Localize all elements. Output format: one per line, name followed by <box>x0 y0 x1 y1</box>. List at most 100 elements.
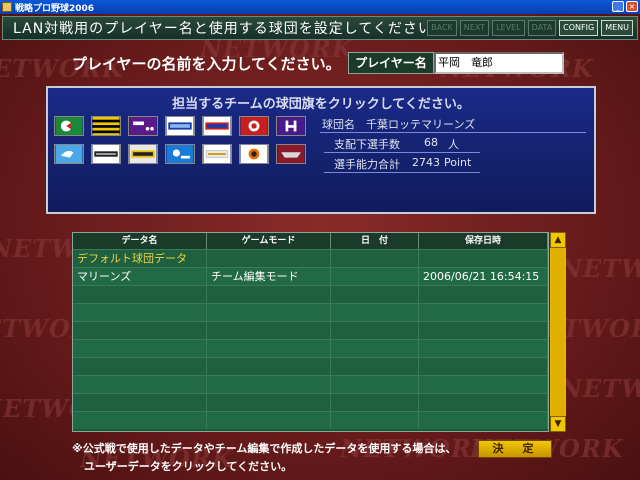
cell-data-name <box>73 322 207 339</box>
team-flag-tigers[interactable] <box>91 116 121 136</box>
cell-game-mode <box>207 358 331 375</box>
column-header-saved: 保存日時 <box>419 233 548 249</box>
minimize-icon[interactable]: _ <box>612 1 624 12</box>
players-value: 68 <box>424 136 438 149</box>
cell-data-name: デフォルト球団データ <box>73 250 207 267</box>
team-flag-eagles[interactable] <box>276 144 306 164</box>
table-body: デフォルト球団データ マリーンズ チーム編集モード 2006/06/21 16:54:… <box>73 249 548 429</box>
menu-button[interactable]: MENU <box>601 20 633 36</box>
cell-game-mode <box>207 394 331 411</box>
ability-label: 選手能力合計 <box>334 158 400 171</box>
cell-saved <box>419 304 548 321</box>
team-name-value: 千葉ロッテマリーンズ <box>366 118 476 131</box>
header-buttons: BACK NEXT LEVEL DATA CONFIG MENU <box>427 20 633 36</box>
cell-saved <box>419 286 548 303</box>
team-name-underline <box>320 132 586 133</box>
cell-date <box>331 376 419 393</box>
cell-data-name <box>73 304 207 321</box>
team-flag-softbank[interactable] <box>202 144 232 164</box>
screen-title: LAN対戦用のプレイヤー名と使用する球団を設定してください。 <box>13 21 448 37</box>
back-button[interactable]: BACK <box>427 20 457 36</box>
scroll-up-icon[interactable]: ▲ <box>550 232 566 248</box>
team-flag-yomiuri[interactable] <box>239 144 269 164</box>
team-flag-carp[interactable] <box>239 116 269 136</box>
cell-game-mode <box>207 322 331 339</box>
table-row[interactable] <box>73 339 548 357</box>
decide-button[interactable]: 決 定 <box>478 440 552 458</box>
save-data-table: データ名 ゲームモード 日 付 保存日時 デフォルト球団データ マリーンズ チーム編… <box>72 232 549 432</box>
cell-date <box>331 250 419 267</box>
close-icon[interactable]: × <box>626 1 638 12</box>
column-header-data-name: データ名 <box>73 233 207 249</box>
table-row[interactable] <box>73 357 548 375</box>
team-name-label: 球団名 <box>322 118 355 131</box>
watermark-text: NETWORK <box>560 374 640 403</box>
team-flag-baystars[interactable] <box>165 116 195 136</box>
screen-header: LAN対戦用のプレイヤー名と使用する球団を設定してください。 BACK NEXT… <box>2 16 638 40</box>
cell-saved <box>419 358 548 375</box>
table-row[interactable]: デフォルト球団データ <box>73 249 548 267</box>
cell-date <box>331 340 419 357</box>
cell-data-name: マリーンズ <box>73 268 207 285</box>
players-unit: 人 <box>448 138 459 151</box>
window-title: 戦略プロ野球2006 <box>15 3 95 14</box>
table-row[interactable] <box>73 321 548 339</box>
table-row[interactable] <box>73 375 548 393</box>
players-label: 支配下選手数 <box>334 138 400 151</box>
ability-unit: Point <box>444 156 472 169</box>
cell-saved <box>419 340 548 357</box>
app-icon <box>2 2 12 12</box>
team-flag-fighters[interactable] <box>276 116 306 136</box>
team-panel-title: 担当するチームの球団旗をクリックしてください。 <box>172 97 470 112</box>
player-name-input[interactable]: 平岡 竜郎 <box>434 52 564 74</box>
cell-saved <box>419 250 548 267</box>
cell-date <box>331 268 419 285</box>
scroll-track[interactable] <box>551 248 565 416</box>
table-row[interactable] <box>73 285 548 303</box>
window-controls: _ × <box>612 1 638 12</box>
cell-date <box>331 412 419 429</box>
cell-game-mode <box>207 286 331 303</box>
cell-date <box>331 322 419 339</box>
column-header-game-mode: ゲームモード <box>207 233 331 249</box>
cell-saved <box>419 376 548 393</box>
cell-game-mode <box>207 250 331 267</box>
cell-data-name <box>73 394 207 411</box>
ability-value: 2743 <box>412 156 440 169</box>
team-flag-buffaloes[interactable] <box>54 144 84 164</box>
table-row[interactable] <box>73 303 548 321</box>
cell-data-name <box>73 412 207 429</box>
usage-note-line2: ユーザーデータをクリックしてください。 <box>84 460 293 473</box>
player-name-label: プレイヤー名 <box>348 52 434 74</box>
team-flag-hawks[interactable] <box>128 144 158 164</box>
cell-date <box>331 286 419 303</box>
team-flag-dragons[interactable] <box>54 116 84 136</box>
cell-date <box>331 304 419 321</box>
usage-note-line1: ※公式戦で使用したデータやチーム編集で作成したデータを使用する場合は、 <box>72 442 457 455</box>
team-flag-marines[interactable] <box>91 144 121 164</box>
cell-data-name <box>73 340 207 357</box>
team-flag-swallows[interactable] <box>202 116 232 136</box>
cell-saved <box>419 394 548 411</box>
team-flag-giants[interactable] <box>128 116 158 136</box>
players-underline <box>324 152 480 153</box>
watermark-text: NETWORK <box>560 254 640 283</box>
team-flag-lions[interactable] <box>165 144 195 164</box>
cell-game-mode <box>207 340 331 357</box>
table-scrollbar[interactable]: ▲ ▼ <box>550 232 566 432</box>
table-row[interactable] <box>73 411 548 429</box>
data-button[interactable]: DATA <box>527 20 557 36</box>
ability-underline <box>324 172 480 173</box>
cell-game-mode: チーム編集モード <box>207 268 331 285</box>
cell-date <box>331 358 419 375</box>
level-button[interactable]: LEVEL <box>492 20 525 36</box>
table-row[interactable]: マリーンズ チーム編集モード 2006/06/21 16:54:15 <box>73 267 548 285</box>
window-titlebar: 戦略プロ野球2006 _ × <box>0 0 640 14</box>
cell-game-mode <box>207 376 331 393</box>
next-button[interactable]: NEXT <box>459 20 490 36</box>
config-button[interactable]: CONFIG <box>559 20 599 36</box>
scroll-down-icon[interactable]: ▼ <box>550 416 566 432</box>
table-header: データ名 ゲームモード 日 付 保存日時 <box>73 233 548 249</box>
cell-saved <box>419 412 548 429</box>
table-row[interactable] <box>73 393 548 411</box>
